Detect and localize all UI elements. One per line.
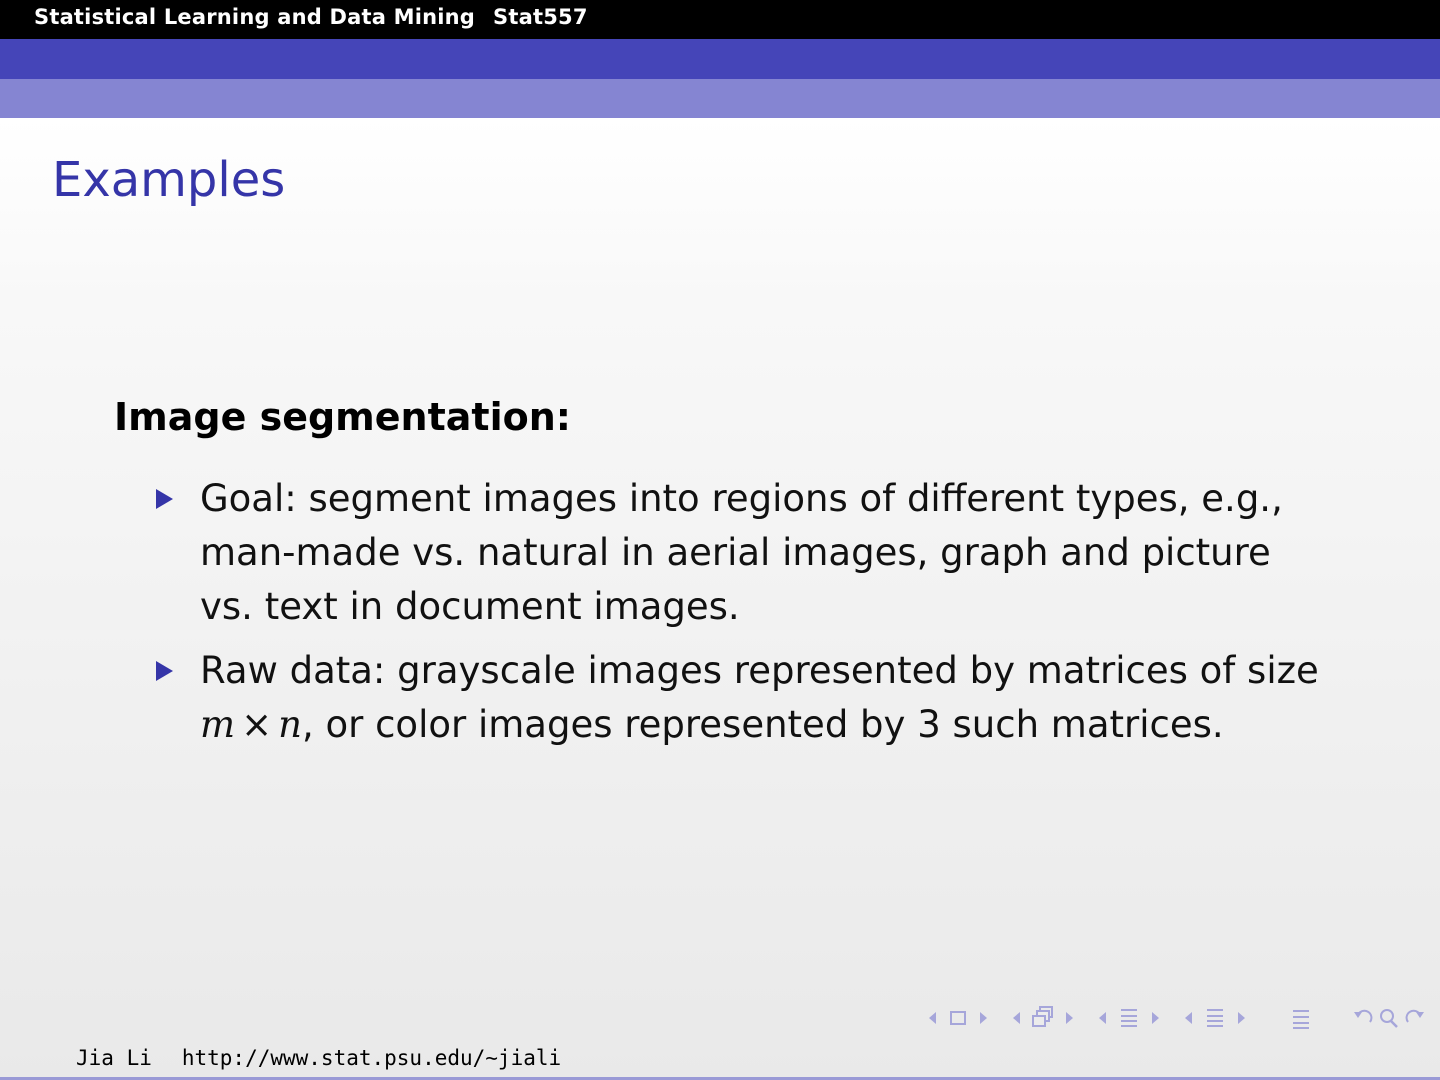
- slide-content: Image segmentation: Goal: segment images…: [114, 392, 1334, 762]
- align-icon[interactable]: [1290, 1004, 1312, 1032]
- undo-icon[interactable]: [1350, 1004, 1376, 1032]
- bullet-goal-text: Goal: segment images into regions of dif…: [200, 477, 1283, 628]
- math-n: n: [278, 703, 302, 746]
- bullet-triangle-icon: [156, 489, 173, 509]
- bullet-raw-text: Raw data: grayscale images represented b…: [200, 649, 1319, 692]
- math-times: ×: [241, 703, 273, 746]
- bullet-raw-suffix: , or color images represented by 3 such …: [301, 703, 1224, 746]
- arrow-left-icon[interactable]: [1182, 1004, 1194, 1032]
- arrow-left-icon[interactable]: [926, 1004, 938, 1032]
- footer: Jia Li http://www.stat.psu.edu/∼jiali: [76, 1046, 561, 1070]
- section-heading: Image segmentation:: [114, 395, 571, 439]
- header-text: Statistical Learning and Data Mining Stat…: [34, 5, 588, 29]
- footer-url[interactable]: http://www.stat.psu.edu/∼jiali: [182, 1046, 561, 1070]
- bullet-list: Goal: segment images into regions of dif…: [114, 472, 1334, 752]
- search-icon[interactable]: [1376, 1004, 1402, 1032]
- footer-author: Jia Li: [76, 1046, 152, 1070]
- header-band-light: [0, 79, 1440, 118]
- header-band-dark: [0, 39, 1440, 79]
- bullet-raw-data: Raw data: grayscale images represented b…: [156, 644, 1334, 752]
- arrow-left-icon[interactable]: [1010, 1004, 1022, 1032]
- arrow-left-icon[interactable]: [1096, 1004, 1108, 1032]
- course-code: Stat557: [493, 5, 588, 29]
- bullet-triangle-icon: [156, 661, 173, 681]
- course-title: Statistical Learning and Data Mining: [34, 5, 476, 29]
- subsection-icon[interactable]: [1118, 1004, 1140, 1032]
- arrow-right-icon[interactable]: [978, 1004, 990, 1032]
- math-m: m: [200, 703, 236, 746]
- section-icon[interactable]: [1204, 1004, 1226, 1032]
- redo-icon[interactable]: [1402, 1004, 1428, 1032]
- arrow-right-icon[interactable]: [1236, 1004, 1248, 1032]
- frame-icon[interactable]: [948, 1004, 968, 1032]
- arrow-right-icon[interactable]: [1150, 1004, 1162, 1032]
- arrow-right-icon[interactable]: [1064, 1004, 1076, 1032]
- frame-title: Examples: [52, 152, 286, 208]
- bullet-goal: Goal: segment images into regions of dif…: [156, 472, 1334, 634]
- frame-stack-icon[interactable]: [1030, 1004, 1056, 1032]
- beamer-navigation: [922, 1004, 1432, 1032]
- header-bar: Statistical Learning and Data Mining Stat…: [0, 0, 1440, 39]
